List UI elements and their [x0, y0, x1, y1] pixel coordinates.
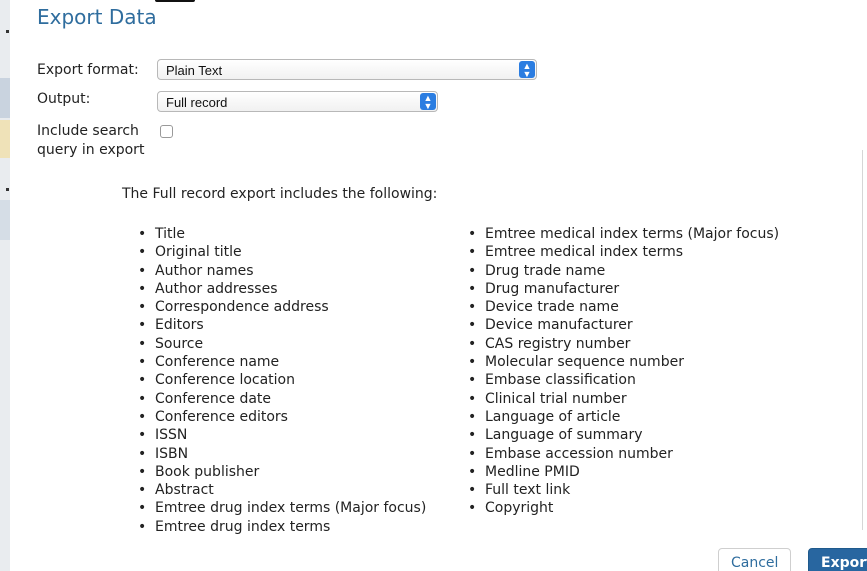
field-list-item: Embase classification [465, 371, 779, 390]
field-list-item: ISSN [135, 426, 426, 445]
field-list-item: Emtree drug index terms [135, 518, 426, 537]
field-list-item: ISBN [135, 445, 426, 464]
field-list-item: Conference name [135, 353, 426, 372]
divider [862, 150, 863, 530]
field-list-item: Emtree drug index terms (Major focus) [135, 499, 426, 518]
field-list-item: Author names [135, 262, 426, 281]
include-query-label-line1: Include search [37, 123, 139, 139]
field-list-item: Drug manufacturer [465, 280, 779, 299]
include-query-label: Include search query in export [37, 122, 144, 160]
cancel-button[interactable]: Cancel [718, 548, 791, 571]
include-query-label-line2: query in export [37, 142, 145, 158]
field-list-item: Language of article [465, 408, 779, 427]
field-list-item: Emtree medical index terms (Major focus) [465, 225, 779, 244]
field-list-item: Title [135, 225, 426, 244]
select-arrows-icon: ▲ ▼ [420, 93, 436, 111]
cropped-element [155, 0, 195, 2]
export-format-label: Export format: [37, 62, 139, 78]
field-list-item: CAS registry number [465, 335, 779, 354]
field-list-item: Molecular sequence number [465, 353, 779, 372]
export-format-select[interactable]: Plain Text ▲ ▼ [157, 59, 537, 80]
export-format-value: Plain Text [166, 63, 223, 78]
field-list-item: Author addresses [135, 280, 426, 299]
field-list-item: Emtree medical index terms [465, 243, 779, 262]
field-list-item: Source [135, 335, 426, 354]
field-list-item: Conference location [135, 371, 426, 390]
field-list-item: Editors [135, 316, 426, 335]
fields-list-right: Emtree medical index terms (Major focus)… [465, 225, 779, 518]
output-select[interactable]: Full record ▲ ▼ [157, 91, 438, 112]
field-list-item: Conference date [135, 390, 426, 409]
field-list-item: Copyright [465, 499, 779, 518]
select-arrows-icon: ▲ ▼ [519, 61, 535, 79]
field-list-item: Clinical trial number [465, 390, 779, 409]
field-list-item: Medline PMID [465, 463, 779, 482]
fields-list-left: TitleOriginal titleAuthor namesAuthor ad… [135, 225, 426, 536]
field-list-item: Device trade name [465, 298, 779, 317]
field-list-item: Abstract [135, 481, 426, 500]
field-list-item: Embase accession number [465, 445, 779, 464]
field-list-item: Drug trade name [465, 262, 779, 281]
field-list-item: Correspondence address [135, 298, 426, 317]
field-list-item: Device manufacturer [465, 316, 779, 335]
background-page-edge [0, 0, 10, 571]
field-list-item: Original title [135, 243, 426, 262]
include-query-checkbox[interactable] [160, 125, 173, 138]
export-button[interactable]: Export [808, 548, 867, 571]
dialog-title: Export Data [37, 5, 157, 29]
field-list-item: Book publisher [135, 463, 426, 482]
output-label: Output: [37, 91, 91, 107]
export-dialog: Export Data Export format: Plain Text ▲ ▼… [0, 0, 867, 571]
full-record-intro: The Full record export includes the foll… [122, 186, 438, 202]
output-value: Full record [166, 95, 228, 110]
field-list-item: Language of summary [465, 426, 779, 445]
field-list-item: Full text link [465, 481, 779, 500]
field-list-item: Conference editors [135, 408, 426, 427]
